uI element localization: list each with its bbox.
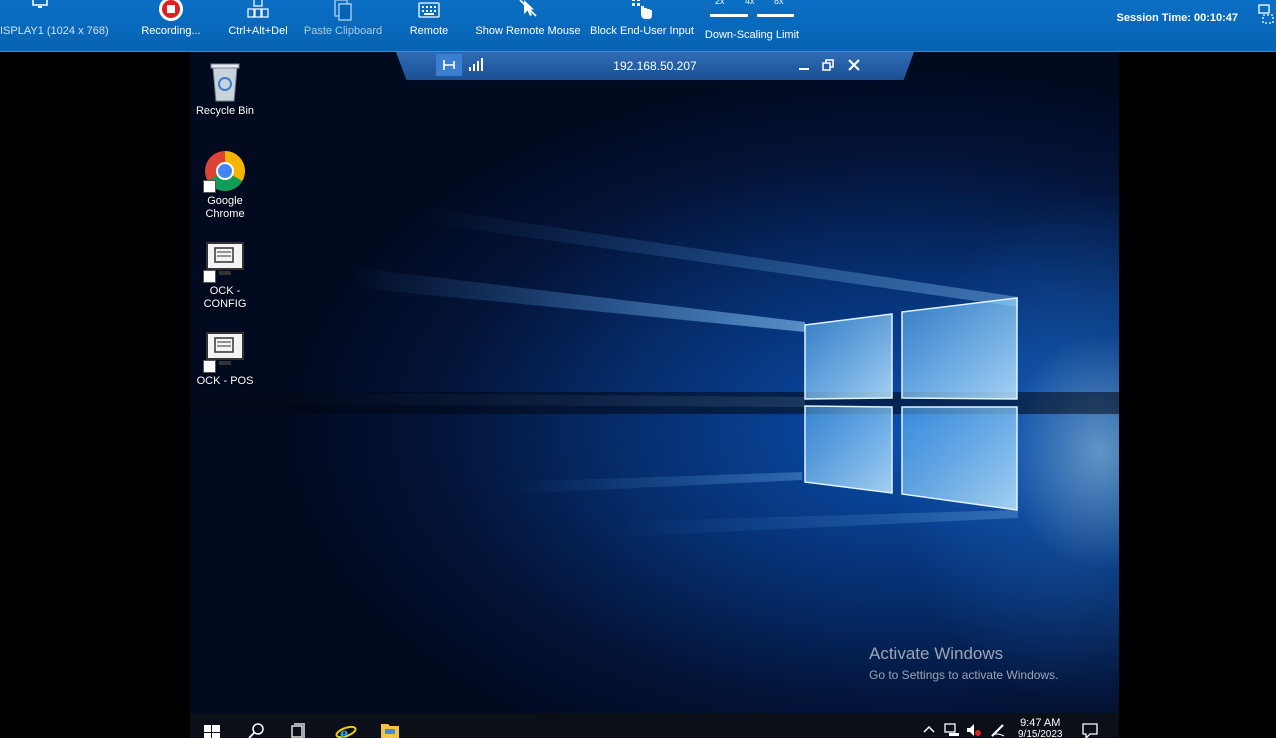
desktop-icon-recycle-bin[interactable]: Recycle Bin (190, 59, 263, 118)
show-remote-mouse-button[interactable]: Show Remote Mouse (474, 0, 582, 51)
clock-date: 9/15/2023 (1018, 729, 1063, 738)
activate-windows-watermark: Activate Windows Go to Settings to activ… (869, 644, 1058, 682)
show-remote-mouse-label: Show Remote Mouse (475, 25, 581, 37)
close-icon (848, 59, 860, 71)
restore-icon (822, 59, 834, 71)
scale-slider-segment[interactable] (757, 14, 794, 17)
pen-workspace-icon[interactable] (990, 722, 1006, 738)
windows-start-icon[interactable] (204, 725, 220, 738)
monitor-icon (32, 0, 48, 8)
network-icon[interactable] (944, 723, 960, 737)
desktop-icon-label: OCK - POS (196, 375, 254, 387)
record-icon (159, 0, 183, 21)
rdp-close-button[interactable] (845, 56, 863, 74)
recording-button[interactable]: Recording... (136, 0, 206, 51)
keyboard-icon (418, 2, 440, 18)
shortcut-arrow-icon (203, 180, 216, 193)
block-end-user-input-label: Block End-User Input (590, 25, 694, 37)
paste-clipboard-label: Paste Clipboard (303, 25, 383, 37)
desktop-icon-label: OCK - CONFIG (203, 285, 247, 310)
desktop-icon-ock-config[interactable]: OCK - CONFIG (190, 239, 263, 311)
down-scaling-label: Down-Scaling Limit (704, 29, 800, 41)
desktop-icon-label: Google Chrome (205, 195, 245, 220)
window-mode-icon[interactable] (1258, 4, 1274, 24)
rdp-connection-bar: 192.168.50.207 (396, 52, 914, 80)
taskbar-clock[interactable]: 9:47 AM 9/15/2023 (1018, 717, 1063, 738)
wallpaper-graphic (190, 207, 1119, 537)
down-scaling-limit-control[interactable]: 2x 4x 8x Down-Scaling Limit (704, 0, 800, 51)
volume-muted-icon[interactable] (966, 723, 982, 737)
shortcut-arrow-icon (203, 360, 216, 373)
action-center-icon[interactable] (1082, 723, 1098, 738)
rdp-restore-button[interactable] (819, 56, 837, 74)
ctrl-alt-del-button[interactable]: Ctrl+Alt+Del (224, 0, 292, 51)
ctrl-alt-del-label: Ctrl+Alt+Del (228, 25, 288, 37)
svg-text:e: e (340, 723, 348, 738)
desktop-icon-label: Recycle Bin (195, 105, 255, 117)
watermark-subtitle: Go to Settings to activate Windows. (869, 668, 1059, 682)
desktop-icon-google-chrome[interactable]: Google Chrome (190, 149, 263, 221)
remote-label: Remote (409, 25, 449, 37)
rdp-minimize-button[interactable] (795, 56, 813, 74)
search-icon[interactable] (248, 723, 264, 738)
session-time: Session Time: 00:10:47 (1116, 12, 1238, 24)
recording-label: Recording... (141, 25, 201, 37)
hand-keyboard-icon (632, 0, 652, 19)
file-explorer-icon[interactable] (380, 721, 400, 738)
scale-slider-segment[interactable] (710, 14, 748, 17)
minimize-icon (799, 68, 809, 70)
task-view-icon[interactable] (291, 723, 307, 738)
display-label: ISPLAY1 (1024 x 768) (0, 25, 109, 37)
block-end-user-input-button[interactable]: Block End-User Input (588, 0, 696, 51)
watermark-title: Activate Windows (869, 644, 1004, 663)
keyboard-keys-icon (247, 0, 269, 18)
scale-option-8x[interactable]: 8x (774, 0, 784, 6)
scale-option-4x[interactable]: 4x (745, 0, 755, 6)
mouse-cursor-off-icon (519, 0, 537, 17)
show-hidden-icons-chevron-icon[interactable] (923, 725, 935, 733)
remote-desktop[interactable]: 192.168.50.207 Recycle Bin Google Chrome… (190, 52, 1119, 713)
internet-explorer-icon[interactable]: e (335, 720, 357, 738)
paste-clipboard-button[interactable]: Paste Clipboard (302, 0, 384, 51)
scale-option-2x[interactable]: 2x (715, 0, 725, 6)
remote-taskbar: e 9:47 AM 9/15/2023 (190, 713, 1119, 738)
recycle-bin-icon (210, 63, 240, 102)
shortcut-arrow-icon (203, 270, 216, 283)
clock-time: 9:47 AM (1020, 717, 1061, 729)
clipboard-icon (334, 0, 352, 21)
display-selector[interactable]: ISPLAY1 (1024 x 768) (0, 0, 110, 51)
remote-keyboard-button[interactable]: Remote (404, 0, 454, 51)
remote-control-toolbar: ISPLAY1 (1024 x 768) Recording... Ctrl+A… (0, 0, 1276, 52)
desktop-icon-ock-pos[interactable]: OCK - POS (190, 329, 263, 388)
